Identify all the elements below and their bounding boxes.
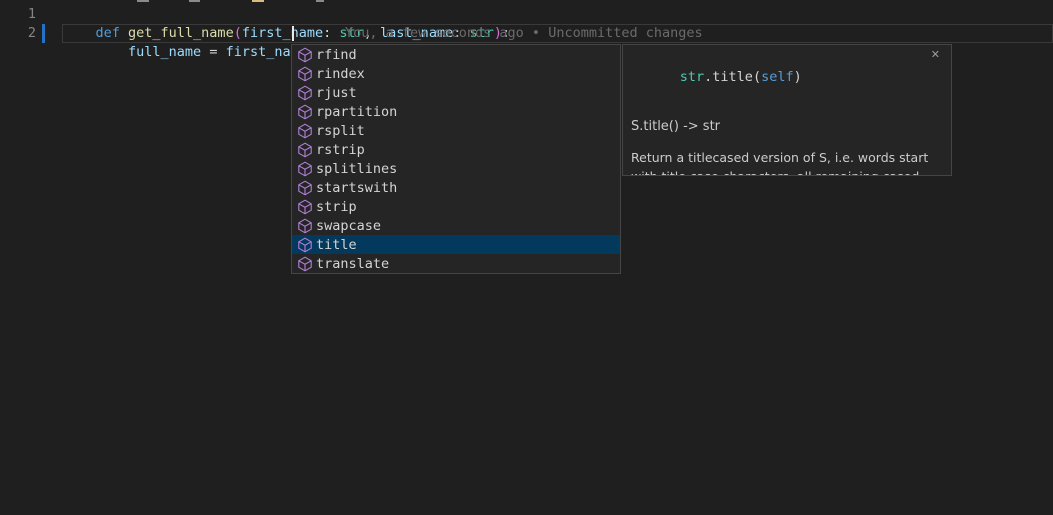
symbol-method-icon: [297, 237, 313, 253]
git-blame-annotation: You, a few seconds ago • Uncommitted cha…: [345, 24, 703, 43]
clipped-line-fragment: [137, 0, 149, 2]
symbol-method-icon: [297, 199, 313, 215]
suggestion-item-strip[interactable]: strip: [292, 197, 620, 216]
suggestion-label: strip: [316, 199, 357, 215]
symbol-method-icon: [297, 218, 313, 234]
signature-line: str.title(self): [631, 50, 945, 104]
symbol-method-icon: [297, 66, 313, 82]
text-cursor: [292, 26, 294, 41]
docs-summary: S.title() -> str: [631, 119, 945, 134]
suggestion-label: rstrip: [316, 142, 365, 158]
suggestion-label: title: [316, 237, 357, 253]
clipped-line-fragment: [252, 0, 264, 2]
git-modified-indicator: [42, 24, 45, 43]
suggestion-label: translate: [316, 256, 389, 272]
signature-call: .title(: [704, 69, 761, 85]
symbol-method-icon: [297, 161, 313, 177]
code-token: :: [323, 25, 339, 41]
suggestion-label: swapcase: [316, 218, 381, 234]
suggestion-item-swapcase[interactable]: swapcase: [292, 216, 620, 235]
autocomplete-popup: rfind rindex rjust rpartition rsplit rst…: [291, 44, 621, 274]
signature-close: ): [794, 69, 802, 85]
suggestion-item-rstrip[interactable]: rstrip: [292, 140, 620, 159]
suggestion-label: startswith: [316, 180, 397, 196]
suggestion-label: rindex: [316, 66, 365, 82]
suggestion-item-title-selected[interactable]: title: [292, 235, 620, 254]
code-line-2[interactable]: full_name = first_name.: [63, 24, 315, 81]
line-number-2[interactable]: 2: [0, 24, 36, 43]
suggestion-item-rindex[interactable]: rindex: [292, 64, 620, 83]
symbol-method-icon: [297, 85, 313, 101]
suggestion-docs-panel: ✕ str.title(self) S.title() -> str Retur…: [622, 44, 952, 176]
suggestion-label: rfind: [316, 47, 357, 63]
symbol-method-icon: [297, 123, 313, 139]
suggestion-label: rpartition: [316, 104, 397, 120]
close-icon[interactable]: ✕: [931, 48, 940, 62]
suggestion-item-splitlines[interactable]: splitlines: [292, 159, 620, 178]
symbol-method-icon: [297, 180, 313, 196]
suggestion-label: rjust: [316, 85, 357, 101]
code-editor[interactable]: 1 2 def get_full_name(first_name: str, l…: [0, 0, 1053, 515]
symbol-method-icon: [297, 104, 313, 120]
suggestion-item-rsplit[interactable]: rsplit: [292, 121, 620, 140]
code-token: full_name: [96, 44, 202, 60]
symbol-method-icon: [297, 47, 313, 63]
clipped-line-fragment: [316, 0, 324, 2]
suggestion-item-rpartition[interactable]: rpartition: [292, 102, 620, 121]
signature-object: str: [680, 69, 704, 85]
suggestion-label: rsplit: [316, 123, 365, 139]
signature-param: self: [761, 69, 794, 85]
docs-description: Return a titlecased version of S, i.e. w…: [631, 148, 945, 176]
clipped-line-fragment: [189, 0, 200, 2]
suggestion-item-startswith[interactable]: startswith: [292, 178, 620, 197]
line-number-1[interactable]: 1: [0, 5, 36, 24]
suggestion-item-translate[interactable]: translate: [292, 254, 620, 273]
code-token: =: [201, 44, 225, 60]
symbol-method-icon: [297, 256, 313, 272]
suggestion-item-rfind[interactable]: rfind: [292, 45, 620, 64]
suggestion-label: splitlines: [316, 161, 397, 177]
suggestion-item-rjust[interactable]: rjust: [292, 83, 620, 102]
symbol-method-icon: [297, 142, 313, 158]
